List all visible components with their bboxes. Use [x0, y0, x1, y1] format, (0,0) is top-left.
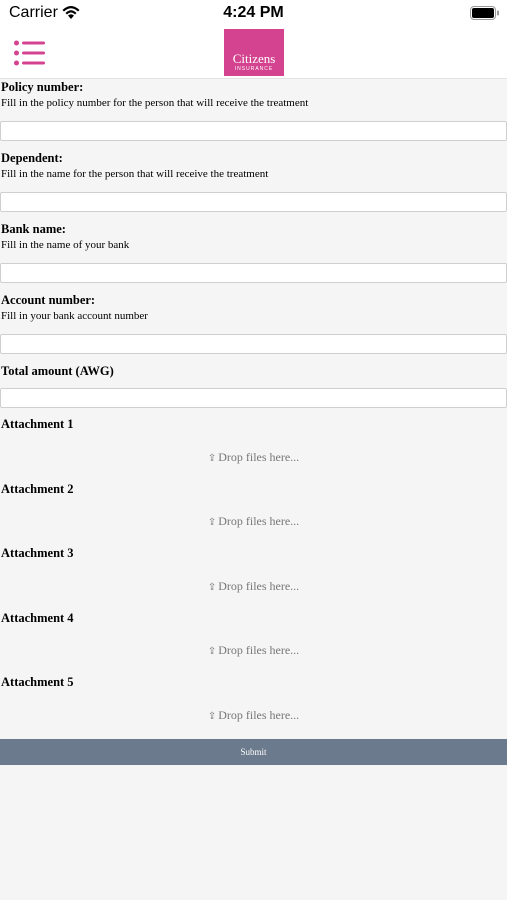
- attachment-1-dropzone[interactable]: ⇪ Drop files here...: [0, 450, 507, 465]
- upload-icon: ⇪: [207, 646, 217, 657]
- dropzone-text: Drop files here...: [218, 450, 300, 464]
- citizens-logo: Citizens INSURANCE: [224, 29, 284, 76]
- bank-name-label: Bank name:: [1, 222, 66, 236]
- total-amount-input[interactable]: [0, 388, 507, 408]
- upload-icon: ⇪: [207, 711, 217, 722]
- policy-number-label: Policy number:: [1, 80, 84, 94]
- battery-icon: [470, 6, 500, 25]
- attachment-1-label: Attachment 1: [1, 417, 74, 431]
- dropzone-text: Drop files here...: [218, 643, 300, 657]
- dropzone-text: Drop files here...: [218, 708, 300, 722]
- attachment-2-dropzone[interactable]: ⇪ Drop files here...: [0, 514, 507, 529]
- attachment-2-label: Attachment 2: [1, 482, 74, 496]
- attachment-3-label: Attachment 3: [1, 546, 74, 560]
- dropzone-text: Drop files here...: [218, 514, 300, 528]
- upload-icon: ⇪: [207, 582, 217, 593]
- upload-icon: ⇪: [207, 453, 217, 464]
- attachment-5-dropzone[interactable]: ⇪ Drop files here...: [0, 708, 507, 723]
- hamburger-menu-icon: [14, 40, 45, 66]
- dependent-input[interactable]: [0, 192, 507, 212]
- bank-name-input[interactable]: [0, 263, 507, 283]
- attachment-5-label: Attachment 5: [1, 675, 74, 689]
- policy-number-help: Fill in the policy number for the person…: [1, 97, 309, 109]
- account-number-label: Account number:: [1, 293, 96, 307]
- header-bar: Citizens INSURANCE: [0, 27, 507, 79]
- attachment-4-label: Attachment 4: [1, 611, 74, 625]
- account-number-input[interactable]: [0, 334, 507, 354]
- logo-subtitle: INSURANCE: [234, 66, 274, 72]
- submit-button[interactable]: Submit: [0, 739, 507, 765]
- account-number-help: Fill in your bank account number: [1, 310, 148, 322]
- upload-icon: ⇪: [207, 517, 217, 528]
- dependent-label: Dependent:: [1, 151, 63, 165]
- clock: 4:24 PM: [223, 4, 284, 21]
- logo-name: Citizens: [232, 51, 276, 66]
- menu-button[interactable]: [13, 39, 47, 67]
- status-bar: Carrier 4:24 PM: [0, 0, 507, 27]
- policy-number-input[interactable]: [0, 121, 507, 141]
- attachment-3-dropzone[interactable]: ⇪ Drop files here...: [0, 579, 507, 594]
- total-amount-label: Total amount (AWG): [1, 364, 114, 378]
- dependent-help: Fill in the name for the person that wil…: [1, 168, 269, 180]
- attachment-4-dropzone[interactable]: ⇪ Drop files here...: [0, 643, 507, 658]
- dropzone-text: Drop files here...: [218, 579, 300, 593]
- bank-name-help: Fill in the name of your bank: [1, 239, 130, 251]
